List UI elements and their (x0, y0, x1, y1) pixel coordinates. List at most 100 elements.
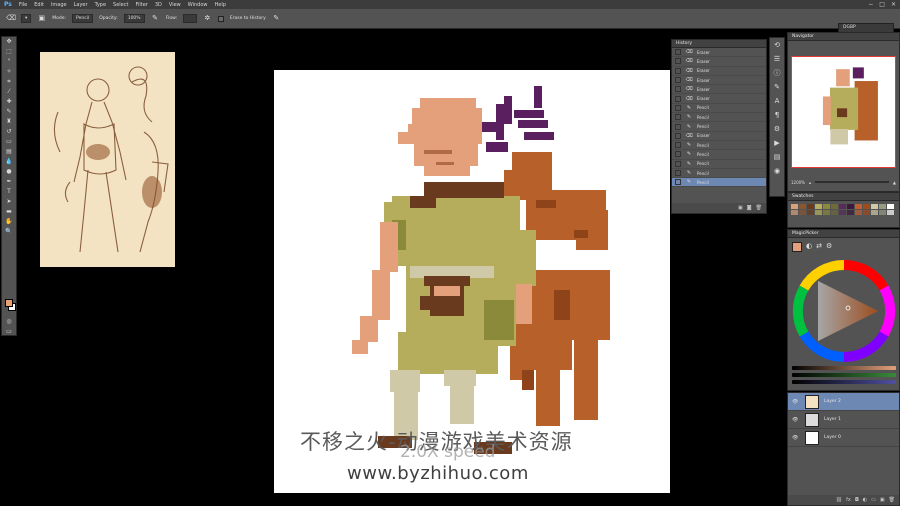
trash-icon[interactable]: 🗑 (889, 497, 895, 503)
pressure-opacity-icon[interactable]: ✎ (151, 14, 160, 23)
color-swatch[interactable] (855, 204, 862, 209)
brush-size-picker[interactable]: ▾ (21, 14, 32, 23)
menu-view[interactable]: View (169, 2, 181, 8)
history-entry[interactable]: ⌫ Eraser (672, 57, 766, 67)
paragraph-panel-icon[interactable]: ¶ (770, 108, 784, 122)
history-entry[interactable]: ⌫ Eraser (672, 132, 766, 141)
color-swatch[interactable] (799, 210, 806, 215)
menu-file[interactable]: File (19, 2, 27, 8)
navigator-thumbnail[interactable] (791, 56, 896, 168)
menu-image[interactable]: Image (51, 2, 67, 8)
quick-select-tool-icon[interactable]: ✧ (2, 67, 16, 77)
color-swatch[interactable] (807, 204, 814, 209)
color-swatch[interactable] (799, 204, 806, 209)
history-entry-selected[interactable]: ✎ Pencil (672, 178, 766, 188)
close-button[interactable]: ✕ (891, 1, 896, 8)
airbrush-icon[interactable]: ✲ (203, 14, 212, 23)
color-swatch[interactable] (823, 210, 830, 215)
eyedropper-tool-icon[interactable]: ⁄ (2, 87, 16, 97)
properties-panel-icon[interactable]: ☰ (770, 52, 784, 66)
history-entry[interactable]: ⌫ Eraser (672, 48, 766, 58)
history-entry[interactable]: ✎ Pencil (672, 104, 766, 114)
hand-tool-icon[interactable]: ✋ (2, 217, 16, 227)
color-swatch[interactable] (887, 204, 894, 209)
tool-presets-icon[interactable]: ⚙ (770, 122, 784, 136)
color-swatch[interactable] (879, 210, 886, 215)
color-swatch[interactable] (879, 204, 886, 209)
history-entry[interactable]: ✎ Pencil (672, 141, 766, 151)
clone-source-icon[interactable]: ◉ (770, 164, 784, 178)
visibility-eye-icon[interactable]: 👁 (792, 435, 800, 441)
marquee-tool-icon[interactable]: ⬚ (2, 47, 16, 57)
color-wheel[interactable] (788, 256, 900, 366)
color-swatch[interactable] (887, 210, 894, 215)
quick-mask-icon[interactable]: ◎ (2, 317, 16, 327)
color-swatch[interactable] (871, 210, 878, 215)
erase-history-checkbox[interactable] (217, 15, 224, 22)
layer-style-icon[interactable]: fx (846, 497, 851, 503)
history-entry[interactable]: ⌫ Eraser (672, 76, 766, 86)
type-tool-icon[interactable]: T (2, 187, 16, 197)
menu-select[interactable]: Select (113, 2, 128, 8)
menu-filter[interactable]: Filter (135, 2, 147, 8)
color-settings-icon[interactable]: ⚙ (826, 242, 832, 252)
layer-row-selected[interactable]: 👁 Layer 2 (788, 393, 899, 411)
layer-row[interactable]: 👁 Layer 1 (788, 411, 899, 429)
color-swatch[interactable] (871, 204, 878, 209)
info-panel-icon[interactable]: ⓘ (770, 66, 784, 80)
character-panel-icon[interactable]: A (770, 94, 784, 108)
history-entry[interactable]: ✎ Pencil (672, 113, 766, 123)
zoom-out-icon[interactable]: ▴ (809, 180, 811, 185)
layer-comps-icon[interactable]: ▤ (770, 150, 784, 164)
color-swatch[interactable] (815, 210, 822, 215)
path-select-tool-icon[interactable]: ➤ (2, 197, 16, 207)
lasso-tool-icon[interactable]: ᐤ (2, 57, 16, 67)
opacity-field[interactable]: 100% (123, 14, 145, 23)
history-entry[interactable]: ✎ Pencil (672, 160, 766, 169)
color-swatch[interactable] (815, 204, 822, 209)
green-slider[interactable] (792, 373, 896, 377)
color-swatch[interactable] (831, 210, 838, 215)
new-group-icon[interactable]: ▭ (871, 497, 876, 503)
history-brush-tool-icon[interactable]: ↺ (2, 127, 16, 137)
red-slider[interactable] (792, 366, 896, 370)
visibility-eye-icon[interactable]: 👁 (792, 399, 800, 405)
color-swatch[interactable] (855, 210, 862, 215)
magicpicker-panel-title[interactable]: MagicPicker (788, 230, 899, 238)
zoom-tool-icon[interactable]: 🔍 (2, 227, 16, 237)
pressure-size-icon[interactable]: ✎ (272, 14, 281, 23)
zoom-slider[interactable] (815, 181, 889, 183)
flow-field[interactable] (183, 14, 197, 23)
layer-row[interactable]: 👁 Layer 0 (788, 429, 899, 447)
color-swatch[interactable] (863, 204, 870, 209)
color-swatch[interactable] (791, 204, 798, 209)
new-layer-icon[interactable]: ▣ (880, 497, 885, 503)
history-entry[interactable]: ✎ Pencil (672, 150, 766, 160)
shape-tool-icon[interactable]: ▬ (2, 207, 16, 217)
color-swatch[interactable] (839, 204, 846, 209)
navigator-zoom-value[interactable]: 1200% (791, 180, 805, 185)
pen-tool-icon[interactable]: ✒ (2, 177, 16, 187)
crop-tool-icon[interactable]: ⌗ (2, 77, 16, 87)
color-swatch[interactable] (863, 210, 870, 215)
eraser-tool-icon[interactable]: ▭ (2, 137, 16, 147)
layer-mask-icon[interactable]: ◘ (855, 497, 859, 503)
color-swatch[interactable] (823, 204, 830, 209)
screen-mode-icon[interactable]: ▭ (2, 327, 16, 337)
color-swatch[interactable] (847, 210, 854, 215)
gradient-tool-icon[interactable]: ▤ (2, 147, 16, 157)
healing-tool-icon[interactable]: ✚ (2, 97, 16, 107)
clone-stamp-tool-icon[interactable]: ♜ (2, 117, 16, 127)
history-panel-title[interactable]: History (672, 40, 766, 48)
move-tool-icon[interactable]: ✥ (2, 37, 16, 47)
color-swatch[interactable] (831, 204, 838, 209)
visibility-eye-icon[interactable]: 👁 (792, 417, 800, 423)
swatches-panel-title[interactable]: Swatches (788, 193, 899, 201)
color-swatch[interactable] (847, 204, 854, 209)
color-swatch[interactable] (807, 210, 814, 215)
menu-help[interactable]: Help (215, 2, 226, 8)
color-swatch[interactable] (839, 210, 846, 215)
color-swatch[interactable] (791, 210, 798, 215)
color-wheel-mode-icon[interactable]: ◐ (806, 242, 812, 252)
brush-panel-icon[interactable]: ▣ (37, 14, 46, 23)
